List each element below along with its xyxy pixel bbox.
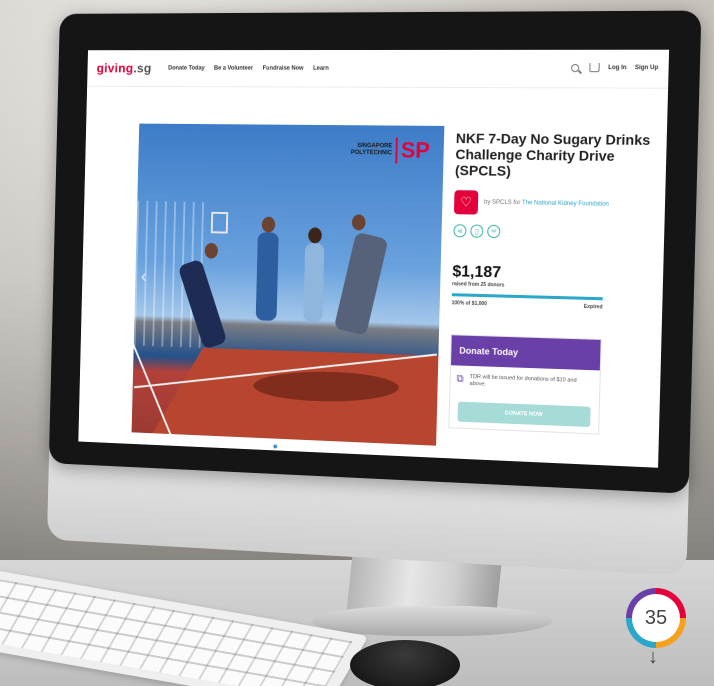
sp-logo-mark: SP xyxy=(395,137,431,164)
hero-photo: SINGAPORE POLYTECHNIC SP ‹ xyxy=(131,123,445,446)
campaign-panel: NKF 7-Day No Sugary Drinks Challenge Cha… xyxy=(448,130,658,437)
person-head xyxy=(204,242,219,259)
org-name-link[interactable]: The National Kidney Foundation xyxy=(522,200,609,208)
tdr-row: ⧉ TDR will be issued for donations of $1… xyxy=(450,365,600,401)
org-by-prefix: by SPCLS for xyxy=(483,199,521,207)
sp-logo-text: SINGAPORE POLYTECHNIC xyxy=(351,143,393,157)
page-number-badge: 35 ↓ xyxy=(622,584,692,672)
donate-now-button[interactable]: DONATE NOW xyxy=(457,401,591,428)
person-4 xyxy=(333,231,389,336)
person-2 xyxy=(255,232,279,321)
nav-right: Log In Sign Up xyxy=(571,63,659,73)
court-line xyxy=(131,340,174,440)
progress-row: 100% of $1,000 Expired xyxy=(452,300,603,310)
sp-logo-line2: POLYTECHNIC xyxy=(350,149,393,157)
down-arrow-icon: ↓ xyxy=(648,646,658,668)
nav-link-donate[interactable]: Donate Today xyxy=(168,65,205,71)
logo-prefix: giving xyxy=(96,60,134,76)
progress-text: 100% of $1,000 xyxy=(451,300,488,308)
person-head xyxy=(351,214,366,231)
carousel-dot[interactable] xyxy=(273,444,278,449)
screen: giving.sg Donate Today Be a Volunteer Fu… xyxy=(78,49,670,468)
progress-bar-fill xyxy=(451,293,603,301)
person-head xyxy=(308,227,322,244)
basketball-hoop xyxy=(210,211,229,234)
receipt-icon: ⧉ xyxy=(456,373,464,385)
login-link[interactable]: Log In xyxy=(608,65,627,71)
donate-now-label: DONATE NOW xyxy=(504,410,543,419)
signup-link[interactable]: Sign Up xyxy=(635,65,659,71)
person-3 xyxy=(303,243,325,323)
donate-card: Donate Today ⧉ TDR will be issued for do… xyxy=(448,334,602,435)
org-text: by SPCLS for The National Kidney Foundat… xyxy=(484,199,609,209)
bookmark-icon[interactable]: ▯ xyxy=(470,224,484,238)
link-icon[interactable]: ∞ xyxy=(487,224,501,239)
search-icon[interactable] xyxy=(571,63,580,72)
top-nav: giving.sg Donate Today Be a Volunteer Fu… xyxy=(87,49,670,89)
cart-icon[interactable] xyxy=(589,63,601,73)
page-number: 35 xyxy=(632,594,680,642)
site-logo[interactable]: giving.sg xyxy=(97,61,152,76)
tdr-text: TDR will be issued for donations of $10 … xyxy=(469,373,577,388)
status-badge: Expired xyxy=(583,303,603,311)
share-row: ⋖ ▯ ∞ xyxy=(453,224,656,241)
nav-link-learn[interactable]: Learn xyxy=(313,65,329,71)
person-head xyxy=(261,216,276,233)
campaign-title: NKF 7-Day No Sugary Drinks Challenge Cha… xyxy=(454,130,651,179)
org-row: ♡ by SPCLS for The National Kidney Found… xyxy=(453,190,657,218)
nav-link-fundraise[interactable]: Fundraise Now xyxy=(263,65,304,71)
progress-bar xyxy=(451,293,603,301)
org-logo[interactable]: ♡ xyxy=(453,190,479,215)
share-icon[interactable]: ⋖ xyxy=(453,224,467,238)
monitor: giving.sg Donate Today Be a Volunteer Fu… xyxy=(46,10,714,588)
carousel-prev-icon[interactable]: ‹ xyxy=(141,267,147,287)
nav-link-volunteer[interactable]: Be a Volunteer xyxy=(214,65,253,71)
sp-logo: SINGAPORE POLYTECHNIC SP xyxy=(351,137,431,164)
monitor-stand-base xyxy=(312,606,552,636)
mouse xyxy=(350,640,460,686)
heart-icon: ♡ xyxy=(460,194,473,210)
logo-suffix: .sg xyxy=(133,60,152,76)
